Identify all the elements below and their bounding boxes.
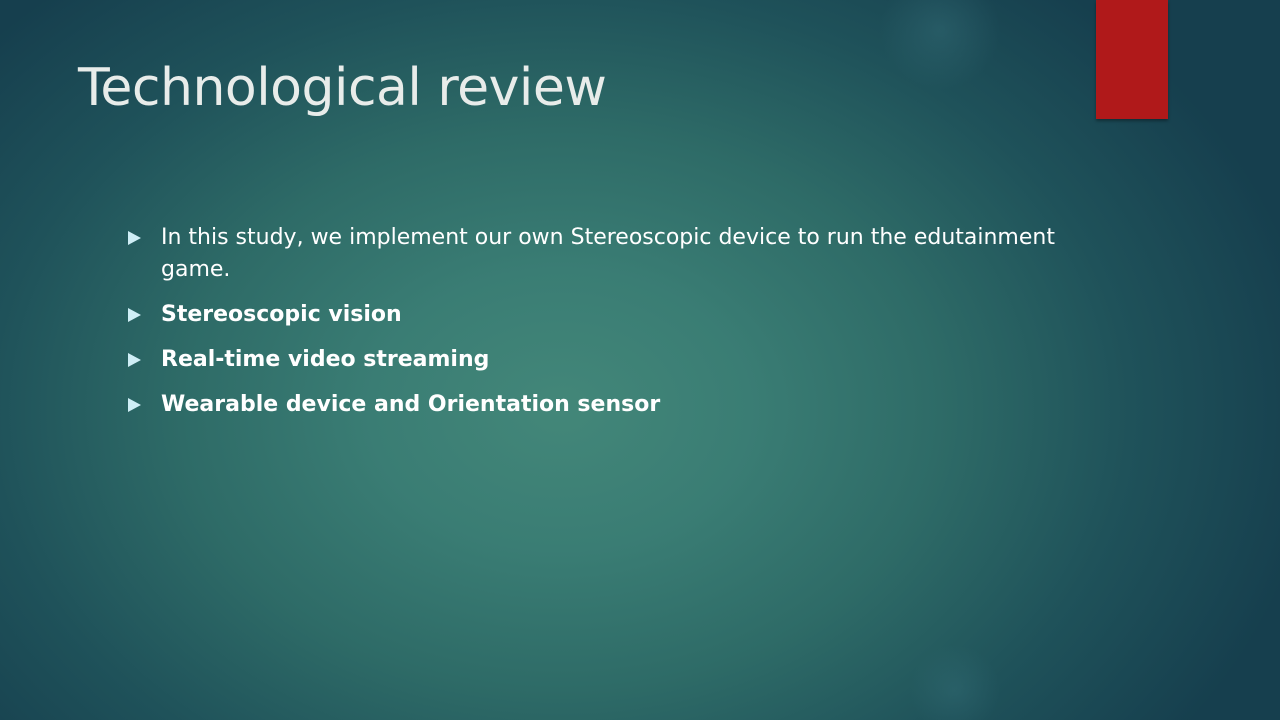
bullet-item: Wearable device and Orientation sensor [128,389,1128,421]
bullet-item: Stereoscopic vision [128,299,1128,331]
bullet-text: In this study, we implement our own Ster… [161,225,1055,282]
bullet-item: In this study, we implement our own Ster… [128,222,1128,286]
triangle-right-icon [128,353,141,367]
bullet-list: In this study, we implement our own Ster… [128,222,1128,434]
bullet-text: Wearable device and Orientation sensor [161,392,661,417]
bullet-text: Real-time video streaming [161,347,490,372]
bullet-text: Stereoscopic vision [161,302,402,327]
bullet-item: Real-time video streaming [128,344,1128,376]
triangle-right-icon [128,231,141,245]
triangle-right-icon [128,308,141,322]
slide-title: Technological review [78,58,607,118]
triangle-right-icon [128,398,141,412]
accent-tab [1096,0,1168,119]
